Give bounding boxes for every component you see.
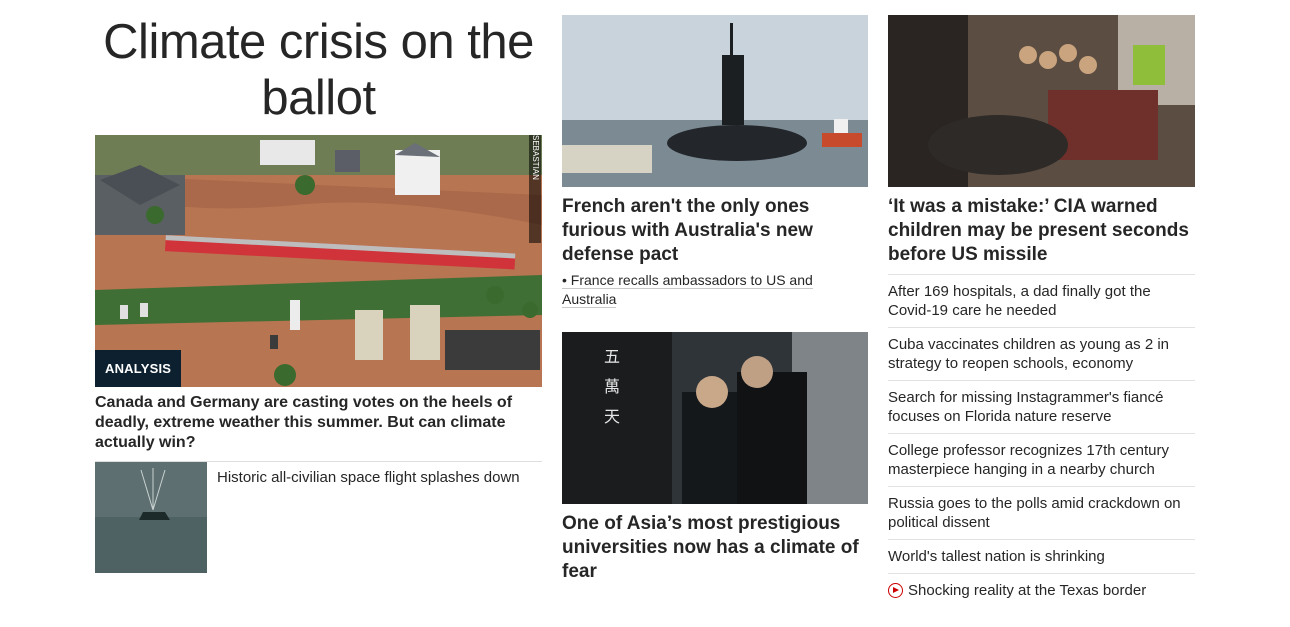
photo-credit: SEBASTIAN SCHMITT/DPA/AP (529, 135, 541, 243)
svg-text:天: 天 (604, 407, 620, 426)
list-item[interactable]: After 169 hospitals, a dad finally got t… (888, 274, 1195, 327)
university-image: 五 萬 天 (562, 332, 868, 504)
list-item[interactable]: College professor recognizes 17th centur… (888, 433, 1195, 486)
section-headline[interactable]: Climate crisis on the ballot (95, 14, 542, 126)
lead-column: Climate crisis on the ballot SEBASTIAN A… (95, 0, 542, 573)
headline-list: After 169 hospitals, a dad finally got t… (888, 274, 1195, 607)
hero-image-link[interactable]: SEBASTIAN SCHMITT/DPA/AP ANALYSIS (95, 135, 542, 387)
svg-text:五: 五 (604, 347, 620, 366)
lead-story-headline[interactable]: Canada and Germany are casting votes on … (95, 393, 542, 453)
submarine-image-link[interactable] (562, 15, 868, 187)
hong-kong-image-link[interactable]: 五 萬 天 (562, 332, 868, 504)
list-item[interactable]: Search for missing Instagrammer's fiancé… (888, 380, 1195, 433)
svg-text:萬: 萬 (604, 377, 620, 396)
list-item[interactable]: World's tallest nation is shrinking (888, 539, 1195, 573)
analysis-tag: ANALYSIS (95, 350, 182, 387)
burned-car-image (888, 15, 1195, 187)
french-story-headline[interactable]: French aren't the only ones furious with… (562, 195, 862, 267)
asia-university-headline[interactable]: One of Asia’s most prestigious universit… (562, 512, 868, 584)
france-recalls-link[interactable]: • France recalls ambassadors to US and A… (562, 271, 852, 309)
video-list-item[interactable]: Shocking reality at the Texas border (888, 573, 1195, 607)
kabul-strike-image-link[interactable] (888, 15, 1195, 187)
play-icon (888, 583, 903, 598)
submarine-image (562, 15, 868, 187)
cia-story-headline[interactable]: ‘It was a mistake:’ CIA warned children … (888, 195, 1195, 267)
list-item[interactable]: Russia goes to the polls amid crackdown … (888, 486, 1195, 539)
small-story[interactable]: Historic all-civilian space flight splas… (95, 462, 542, 573)
small-story-headline[interactable]: Historic all-civilian space flight splas… (217, 468, 520, 487)
list-item[interactable]: Cuba vaccinates children as young as 2 i… (888, 327, 1195, 380)
space-capsule-thumbnail[interactable] (95, 462, 207, 573)
